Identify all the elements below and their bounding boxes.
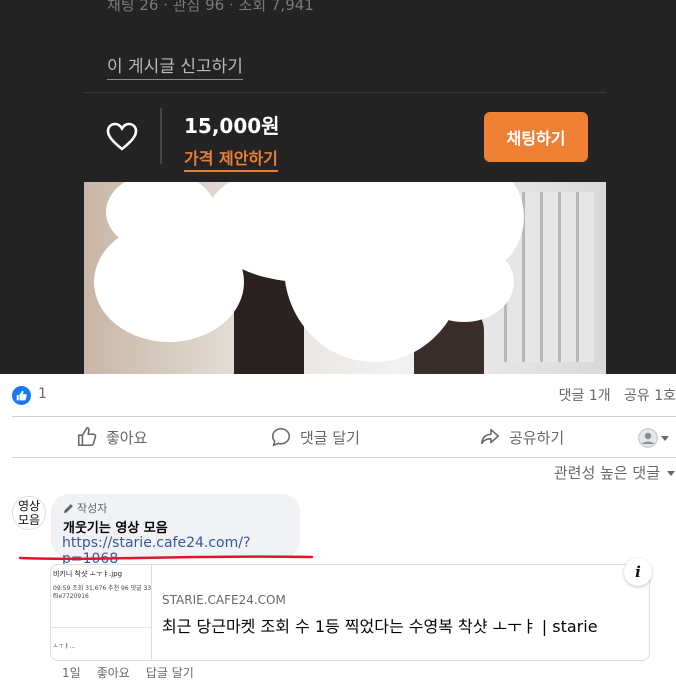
listing-photo [84, 182, 606, 374]
thumb-id: file7720916 [53, 593, 89, 600]
preview-title[interactable]: 최근 당근마켓 조회 수 1등 찍었다는 수영복 착샷 ㅗㅜㅑ | starie [162, 613, 598, 637]
report-link[interactable]: 이 게시글 신고하기 [107, 52, 243, 80]
divider [160, 108, 162, 164]
comment-reply-link[interactable]: 답글 달기 [146, 664, 194, 681]
like-count[interactable]: 1 [38, 386, 47, 402]
thumb-foot: ㅗㅜㅑ... [53, 643, 76, 650]
red-underline-annotation [18, 555, 314, 561]
comment-like-link[interactable]: 좋아요 [97, 664, 130, 681]
comment-time[interactable]: 1일 [62, 664, 81, 681]
censor-blob [414, 242, 514, 322]
pencil-icon [63, 503, 73, 513]
listing-stats: 채팅 26 · 관심 96 · 조회 7,941 [107, 0, 314, 14]
preview-thumbnail: 비키니 착샷 ㅗㅜㅑ.jpg 09:59 조회 31,676 추천 96 댓글 … [51, 565, 152, 660]
shares-count[interactable]: 공유 1호 [624, 388, 676, 404]
share-icon [480, 428, 500, 445]
share-button[interactable]: 공유하기 [479, 426, 564, 448]
divider [12, 457, 676, 458]
chat-button[interactable]: 채팅하기 [484, 112, 588, 162]
comment-bubble: 작성자 개웃기는 영상 모음 https://starie.cafe24.com… [51, 494, 300, 567]
link-preview-card[interactable]: 비키니 착샷 ㅗㅜㅑ.jpg 09:59 조회 31,676 추천 96 댓글 … [50, 564, 650, 661]
comment-title: 개웃기는 영상 모음 [63, 521, 168, 536]
author-badge-label: 작성자 [77, 502, 108, 515]
listing-screenshot: 채팅 26 · 관심 96 · 조회 7,941 이 게시글 신고하기 15,0… [0, 0, 676, 374]
thumb-divider [51, 627, 151, 628]
share-label: 공유하기 [509, 428, 565, 447]
post-as-selector[interactable] [638, 428, 670, 448]
divider [84, 92, 606, 93]
reactions-row: 1 댓글 1개 공유 1호 [12, 384, 676, 408]
caret-down-icon [667, 470, 675, 476]
info-icon[interactable]: i [624, 558, 652, 586]
author-badge: 작성자 [63, 500, 107, 516]
sort-label: 관련성 높은 댓글 [553, 464, 660, 482]
avatar-text: 영상 모음 [17, 499, 41, 527]
comment-button[interactable]: 댓글 달기 [270, 426, 360, 448]
commenter-avatar[interactable]: 영상 모음 [12, 496, 46, 530]
comments-count[interactable]: 댓글 1개 [559, 388, 611, 404]
post-action-bar: 좋아요 댓글 달기 공유하기 [12, 418, 676, 456]
engagement-counts: 댓글 1개 공유 1호 [559, 385, 676, 405]
comment-label: 댓글 달기 [300, 428, 360, 447]
comment-meta: 1일 좋아요 답글 달기 [62, 664, 194, 681]
like-reaction-icon[interactable] [12, 386, 31, 405]
thumbs-up-icon [77, 427, 97, 447]
comment-icon [271, 427, 291, 447]
like-button[interactable]: 좋아요 [76, 426, 147, 448]
profile-avatar-icon [638, 428, 658, 448]
caret-down-icon [661, 436, 669, 441]
heart-icon[interactable] [106, 122, 138, 152]
price-offer-link[interactable]: 가격 제안하기 [184, 145, 278, 172]
comment-sort-dropdown[interactable]: 관련성 높은 댓글 [554, 462, 676, 483]
thumb-title: 비키니 착샷 ㅗㅜㅑ.jpg [53, 570, 123, 578]
price: 15,000원 [184, 114, 280, 138]
thumb-stats: 09:59 조회 31,676 추천 96 댓글 33 [53, 585, 152, 592]
preview-domain: STARIE.CAFE24.COM [162, 593, 286, 607]
divider [12, 416, 676, 417]
like-label: 좋아요 [106, 428, 148, 447]
